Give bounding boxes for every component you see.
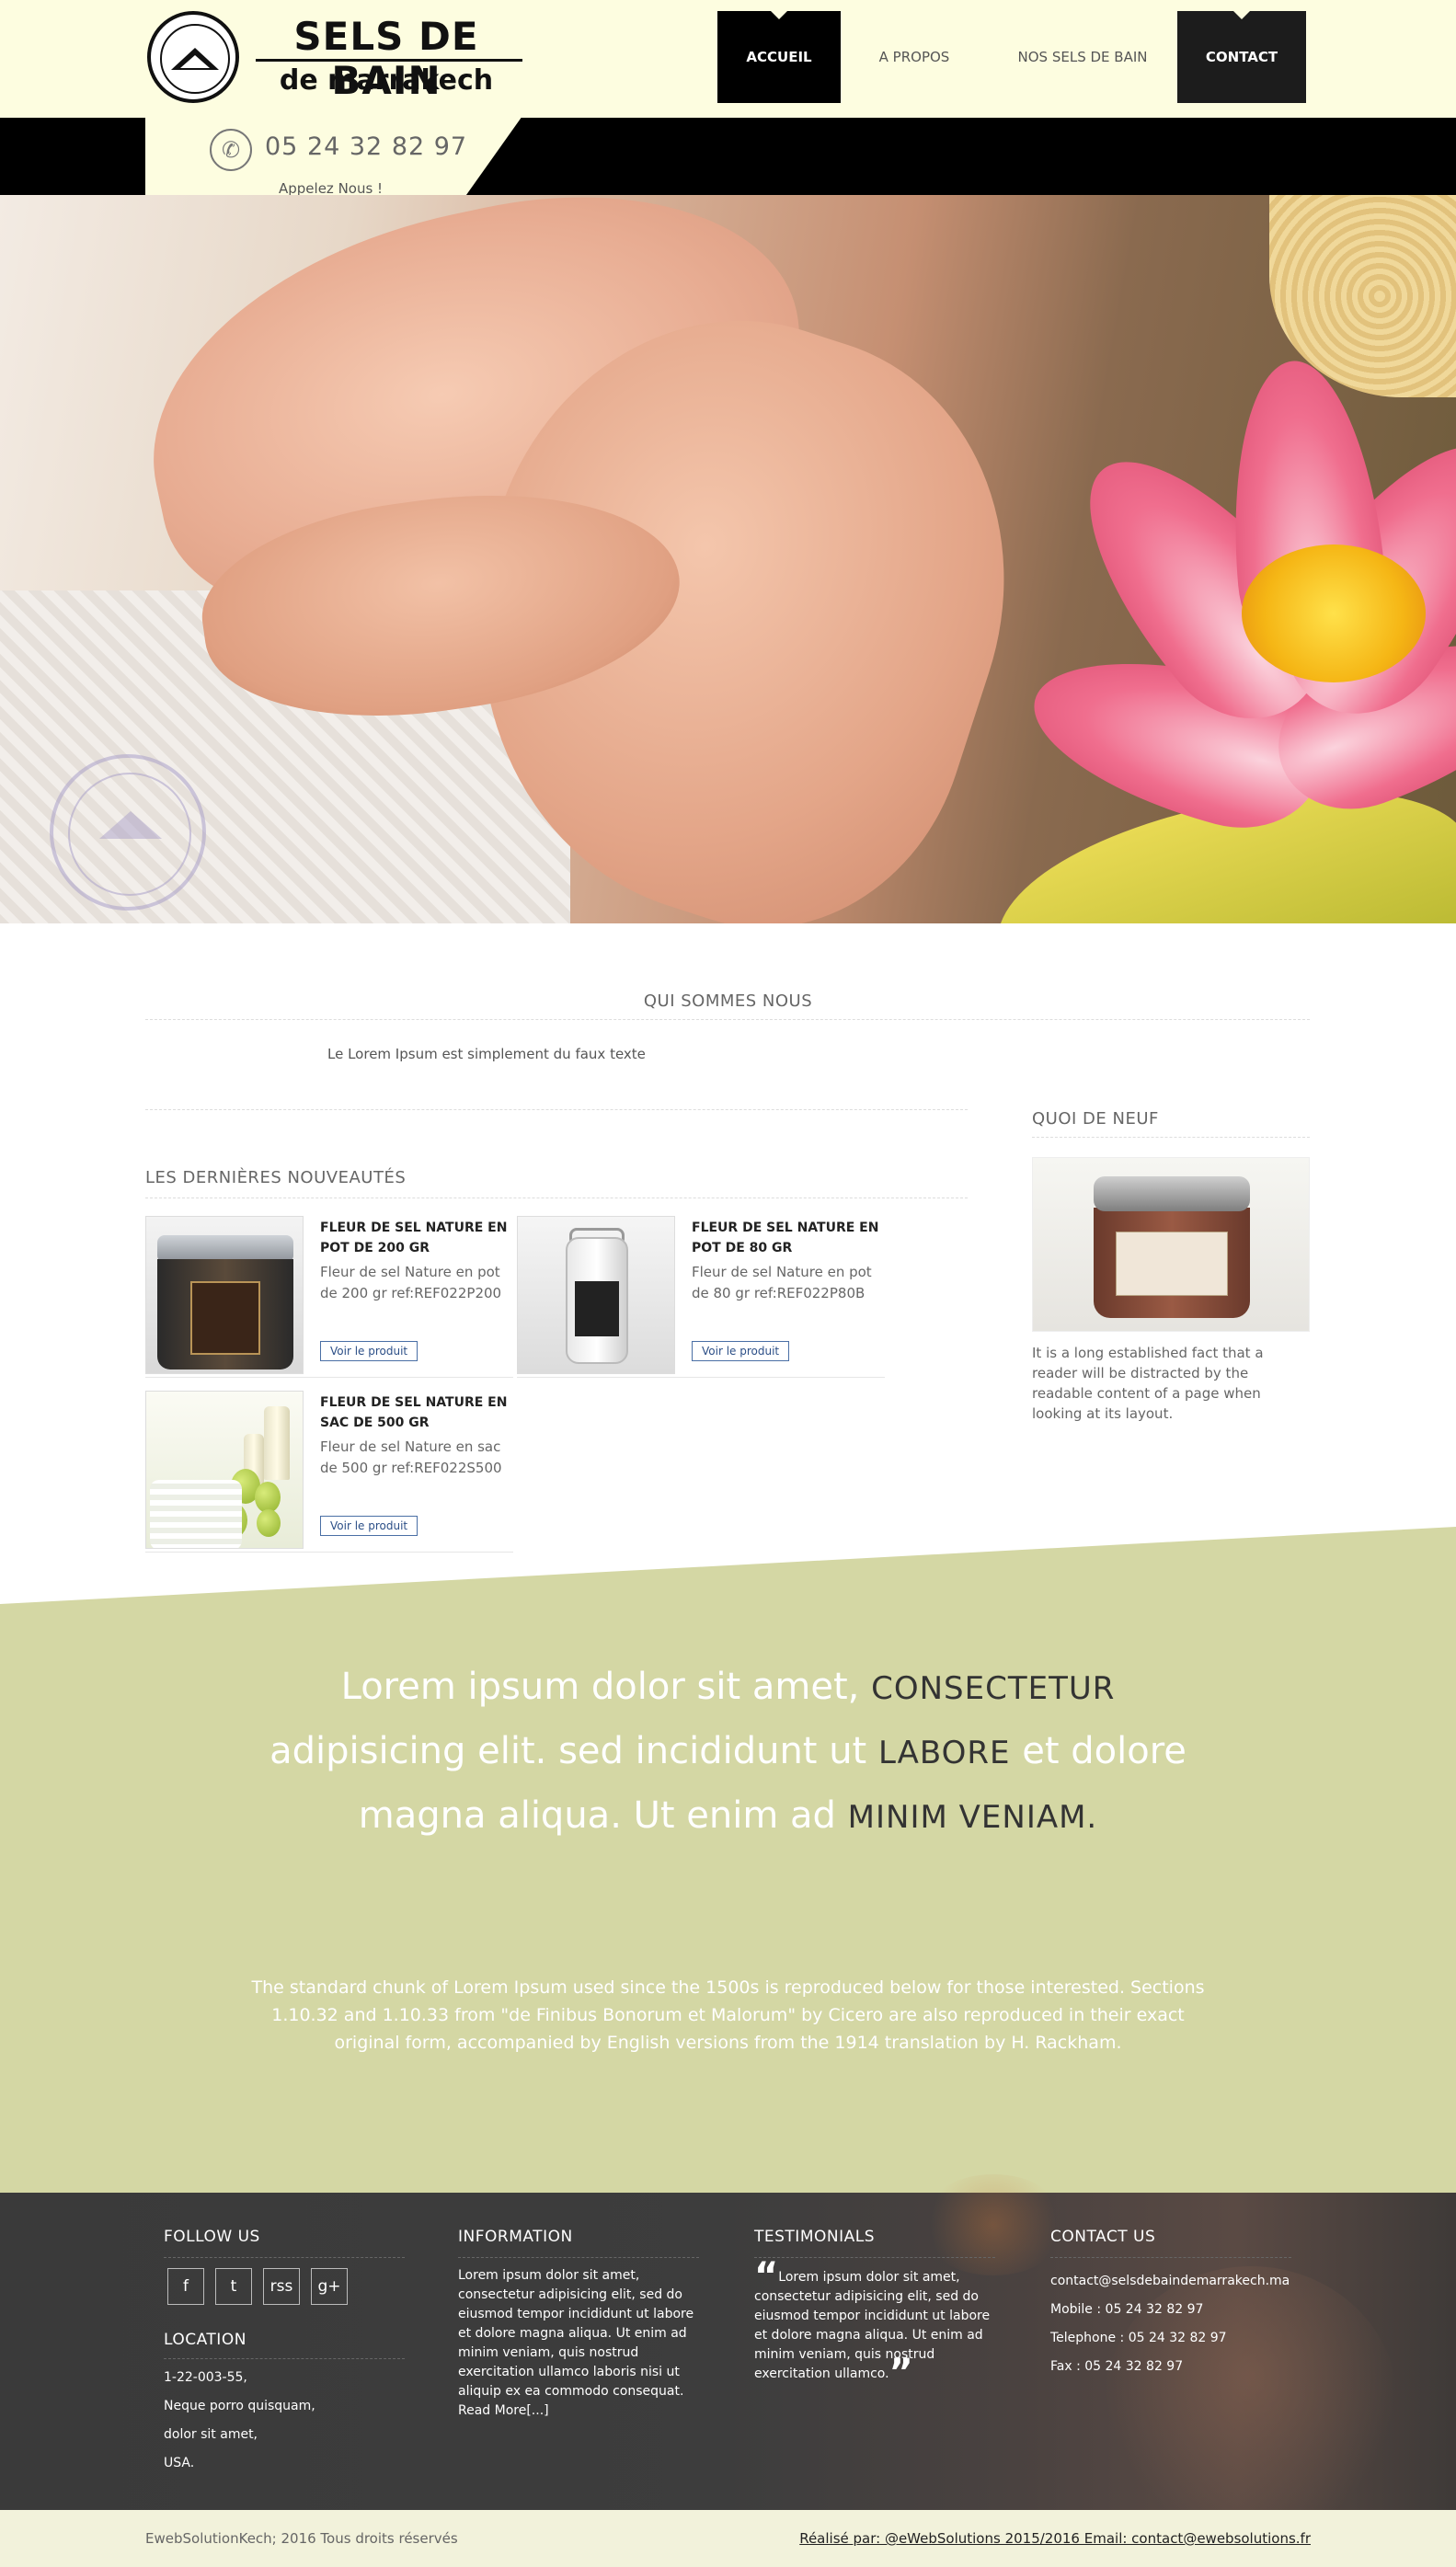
highlight-paragraph: The standard chunk of Lorem Ipsum used s…: [251, 1977, 1205, 2053]
testimonial: “Lorem ipsum dolor sit amet, consectetur…: [754, 2258, 999, 2391]
watermark-seal-icon: [50, 754, 206, 911]
rss-icon[interactable]: rss: [263, 2268, 300, 2305]
address-line: Neque porro quisquam,: [164, 2399, 315, 2413]
product-card: FLEUR DE SEL NATURE EN POT DE 200 GR Fle…: [145, 1216, 513, 1378]
product-desc: Fleur de sel Nature en pot de 200 gr ref…: [320, 1264, 502, 1301]
nav-item-contact[interactable]: CONTACT: [1177, 11, 1306, 103]
address-line: USA.: [164, 2456, 195, 2470]
site-footer: FOLLOW US f t rss g+ LOCATION 1-22-003-5…: [0, 2174, 1456, 2542]
contact-fax: Fax : 05 24 32 82 97: [1050, 2359, 1184, 2374]
product-name[interactable]: FLEUR DE SEL NATURE EN SAC DE 500 GR: [320, 1392, 518, 1433]
quote-highlight: LABORE: [877, 1735, 1011, 1771]
hero-flower-center: [1242, 544, 1426, 682]
google-plus-icon[interactable]: g+: [311, 2268, 348, 2305]
view-product-button[interactable]: Voir le produit: [320, 1341, 418, 1361]
sidebar-title: QUOI DE NEUF: [1032, 1109, 1159, 1129]
divider: [1050, 2257, 1291, 2258]
divider: [145, 1019, 1310, 1020]
main-nav: ACCUEIL A PROPOS NOS SELS DE BAIN CONTAC…: [717, 11, 1306, 103]
read-more-link[interactable]: Read More[...]: [458, 2403, 549, 2418]
product-name[interactable]: FLEUR DE SEL NATURE EN POT DE 200 GR: [320, 1218, 518, 1258]
information-text: Lorem ipsum dolor sit amet, consectetur …: [458, 2266, 703, 2421]
about-text: Le Lorem Ipsum est simplement du faux te…: [327, 1046, 646, 1062]
bottom-bar: EwebSolutionKech; 2016 Tous droits réser…: [0, 2510, 1456, 2567]
divider: [164, 2358, 405, 2359]
product-image[interactable]: [145, 1216, 304, 1374]
contact-email[interactable]: contact@selsdebaindemarrakech.ma: [1050, 2274, 1290, 2288]
facebook-icon[interactable]: f: [167, 2268, 204, 2305]
contact-title: CONTACT US: [1050, 2228, 1156, 2246]
site-header: SELS DE BAIN de marrakech ACCUEIL A PROP…: [0, 0, 1456, 118]
copyright: EwebSolutionKech; 2016 Tous droits réser…: [145, 2530, 458, 2547]
quote-highlight: CONSECTETUR: [871, 1670, 1116, 1707]
contact-mobile: Mobile : 05 24 32 82 97: [1050, 2302, 1204, 2317]
phone-number[interactable]: 05 24 32 82 97: [265, 132, 467, 161]
location-title: LOCATION: [164, 2331, 246, 2349]
product-name[interactable]: FLEUR DE SEL NATURE EN POT DE 80 GR: [692, 1218, 889, 1258]
divider: [145, 1109, 968, 1110]
contact-telephone: Telephone : 05 24 32 82 97: [1050, 2331, 1227, 2345]
product-card: FLEUR DE SEL NATURE EN SAC DE 500 GR Fle…: [145, 1391, 513, 1553]
product-card: FLEUR DE SEL NATURE EN POT DE 80 GR Fleu…: [517, 1216, 885, 1378]
highlight-band: [0, 1527, 1456, 2193]
location-address: 1-22-003-55, Neque porro quisquam, dolor…: [164, 2364, 403, 2478]
brand-divider: [256, 59, 522, 62]
footer-bg-flower: [920, 2174, 1067, 2275]
news-title: LES DERNIÈRES NOUVEAUTÉS: [145, 1168, 407, 1187]
quote-text: Lorem ipsum dolor sit amet,: [340, 1666, 872, 1708]
view-product-button[interactable]: Voir le produit: [320, 1516, 418, 1536]
sidebar-image[interactable]: [1032, 1157, 1310, 1332]
phone-icon: ✆: [210, 129, 252, 171]
product-image[interactable]: [517, 1216, 675, 1374]
highlight-quote: Lorem ipsum dolor sit amet, CONSECTETUR …: [258, 1656, 1198, 1849]
testimonials-title: TESTIMONIALS: [754, 2228, 875, 2246]
quote-highlight: MINIM VENIAM.: [847, 1799, 1098, 1836]
product-desc: Fleur de sel Nature en pot de 80 gr ref:…: [692, 1264, 872, 1301]
product-desc: Fleur de sel Nature en sac de 500 gr ref…: [320, 1438, 502, 1476]
credits-link[interactable]: Réalisé par: @eWebSolutions 2015/2016 Em…: [799, 2530, 1311, 2547]
quote-close-icon: ”: [889, 2352, 913, 2394]
info-text: Lorem ipsum dolor sit amet, consectetur …: [458, 2268, 694, 2399]
information-title: INFORMATION: [458, 2228, 573, 2246]
address-line: 1-22-003-55,: [164, 2370, 247, 2385]
divider: [754, 2257, 995, 2258]
view-product-button[interactable]: Voir le produit: [692, 1341, 790, 1361]
nav-item-a-propos[interactable]: A PROPOS: [841, 11, 988, 103]
brand-subtitle: de marrakech: [279, 64, 494, 97]
follow-title: FOLLOW US: [164, 2228, 260, 2246]
hero-banner: [0, 195, 1456, 923]
about-title: QUI SOMMES NOUS: [643, 991, 813, 1011]
sidebar-text: It is a long established fact that a rea…: [1032, 1345, 1264, 1422]
nav-item-accueil[interactable]: ACCUEIL: [717, 11, 841, 103]
divider: [164, 2257, 405, 2258]
twitter-icon[interactable]: t: [215, 2268, 252, 2305]
quote-text: adipisicing elit. sed incididunt ut: [269, 1730, 878, 1772]
seal-logo-icon: [147, 11, 239, 103]
divider: [458, 2257, 699, 2258]
testimonial-text: Lorem ipsum dolor sit amet, consectetur …: [754, 2270, 991, 2381]
logo[interactable]: SELS DE BAIN de marrakech: [147, 11, 533, 107]
product-image[interactable]: [145, 1391, 304, 1549]
nav-item-nos-sels-de-bain[interactable]: NOS SELS DE BAIN: [988, 11, 1177, 103]
social-links: f t rss g+: [167, 2268, 348, 2305]
address-line: dolor sit amet,: [164, 2427, 258, 2442]
divider: [1032, 1137, 1310, 1138]
